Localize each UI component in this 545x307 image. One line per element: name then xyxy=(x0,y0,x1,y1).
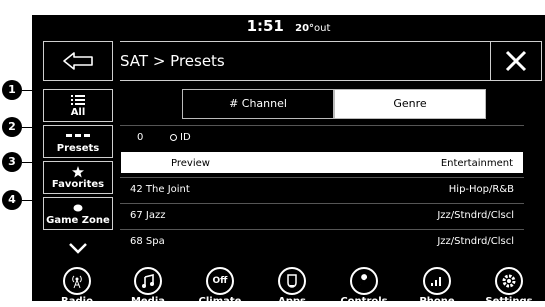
bottom-nav-bar: Radio Media Off Climate Apps Controls Ph… xyxy=(32,267,545,307)
climate-icon: Off xyxy=(206,267,234,295)
radio-icon xyxy=(63,267,91,295)
outside-temperature: 20°out xyxy=(295,23,331,34)
nav-phone[interactable]: Phone xyxy=(407,267,467,307)
close-icon xyxy=(505,50,527,72)
clock: 1:51 xyxy=(246,17,284,35)
channel-genre: Jzz/Stndrd/Clscl xyxy=(437,236,514,247)
nav-label: Climate xyxy=(198,296,242,307)
close-button[interactable] xyxy=(490,41,542,81)
sidebar-item-label: Game Zone xyxy=(46,214,110,226)
channel-name: Jazz xyxy=(145,210,166,221)
channel-name: The Joint xyxy=(145,184,190,195)
sidebar-item-presets[interactable]: Presets xyxy=(43,125,113,158)
sidebar-item-label: Presets xyxy=(56,142,100,154)
callout-4: 4 xyxy=(2,190,22,210)
nav-label: Settings xyxy=(485,296,533,307)
callout-2: 2 xyxy=(2,117,22,137)
back-button[interactable] xyxy=(43,41,113,81)
nav-media[interactable]: Media xyxy=(118,267,178,307)
sidebar-item-favorites[interactable]: Favorites xyxy=(43,161,113,194)
tab-genre[interactable]: Genre xyxy=(334,89,486,119)
nav-settings[interactable]: Settings xyxy=(479,267,539,307)
list-item[interactable]: 68 Spa Jzz/Stndrd/Clscl xyxy=(120,229,524,252)
apps-icon xyxy=(278,267,306,295)
list-icon xyxy=(71,94,85,106)
nav-apps[interactable]: Apps xyxy=(262,267,322,307)
music-note-icon xyxy=(134,267,162,295)
channel-name: Spa xyxy=(145,236,165,247)
back-arrow-icon xyxy=(63,52,93,70)
sidebar-item-label: All xyxy=(70,106,86,118)
tab-channel[interactable]: # Channel xyxy=(182,89,334,119)
channel-genre: Entertainment xyxy=(440,158,513,169)
list-item[interactable]: 67 Jazz Jzz/Stndrd/Clscl xyxy=(120,203,524,226)
football-icon xyxy=(73,202,83,214)
radio-screen: 1:51 20°out SAT > Presets All Presets Fa… xyxy=(32,15,545,307)
presets-icon xyxy=(66,130,90,142)
page-title: SAT > Presets xyxy=(120,41,490,81)
chevron-down-icon xyxy=(69,243,87,254)
channel-number: 68 Spa xyxy=(130,236,165,247)
callout-3: 3 xyxy=(2,152,22,172)
channel-name: ID xyxy=(180,132,191,143)
callout-1: 1 xyxy=(2,80,22,100)
wrench-icon xyxy=(350,267,378,295)
star-icon xyxy=(72,165,84,178)
nav-label: Controls xyxy=(340,296,388,307)
channel-name: Preview xyxy=(171,158,210,169)
channel-genre: Hip-Hop/R&B xyxy=(448,184,514,195)
nav-controls[interactable]: Controls xyxy=(334,267,394,307)
list-item[interactable]: 0 ID xyxy=(120,125,524,148)
channel-number: 67 Jazz xyxy=(130,210,166,221)
sidebar-item-all[interactable]: All xyxy=(43,89,113,122)
channel-number: 42 The Joint xyxy=(130,184,190,195)
nav-label: Media xyxy=(130,296,166,307)
status-bar: 1:51 20°out xyxy=(32,15,545,37)
list-item-selected[interactable]: Preview Entertainment xyxy=(120,151,524,174)
nav-label: Phone xyxy=(419,296,455,307)
nav-climate[interactable]: Off Climate xyxy=(190,267,250,307)
sidebar-item-game-zone[interactable]: Game Zone xyxy=(43,197,113,230)
circle-icon xyxy=(170,134,177,141)
sidebar-item-label: Favorites xyxy=(51,178,105,190)
list-item[interactable]: 42 The Joint Hip-Hop/R&B xyxy=(120,177,524,200)
gear-icon xyxy=(495,267,523,295)
channel-genre: Jzz/Stndrd/Clscl xyxy=(437,210,514,221)
nav-label: Radio xyxy=(61,296,93,307)
phone-signal-icon xyxy=(423,267,451,295)
nav-label: Apps xyxy=(277,296,306,307)
channel-number: 0 xyxy=(137,132,144,143)
scroll-down-button[interactable] xyxy=(43,234,113,263)
nav-radio[interactable]: Radio xyxy=(47,267,107,307)
